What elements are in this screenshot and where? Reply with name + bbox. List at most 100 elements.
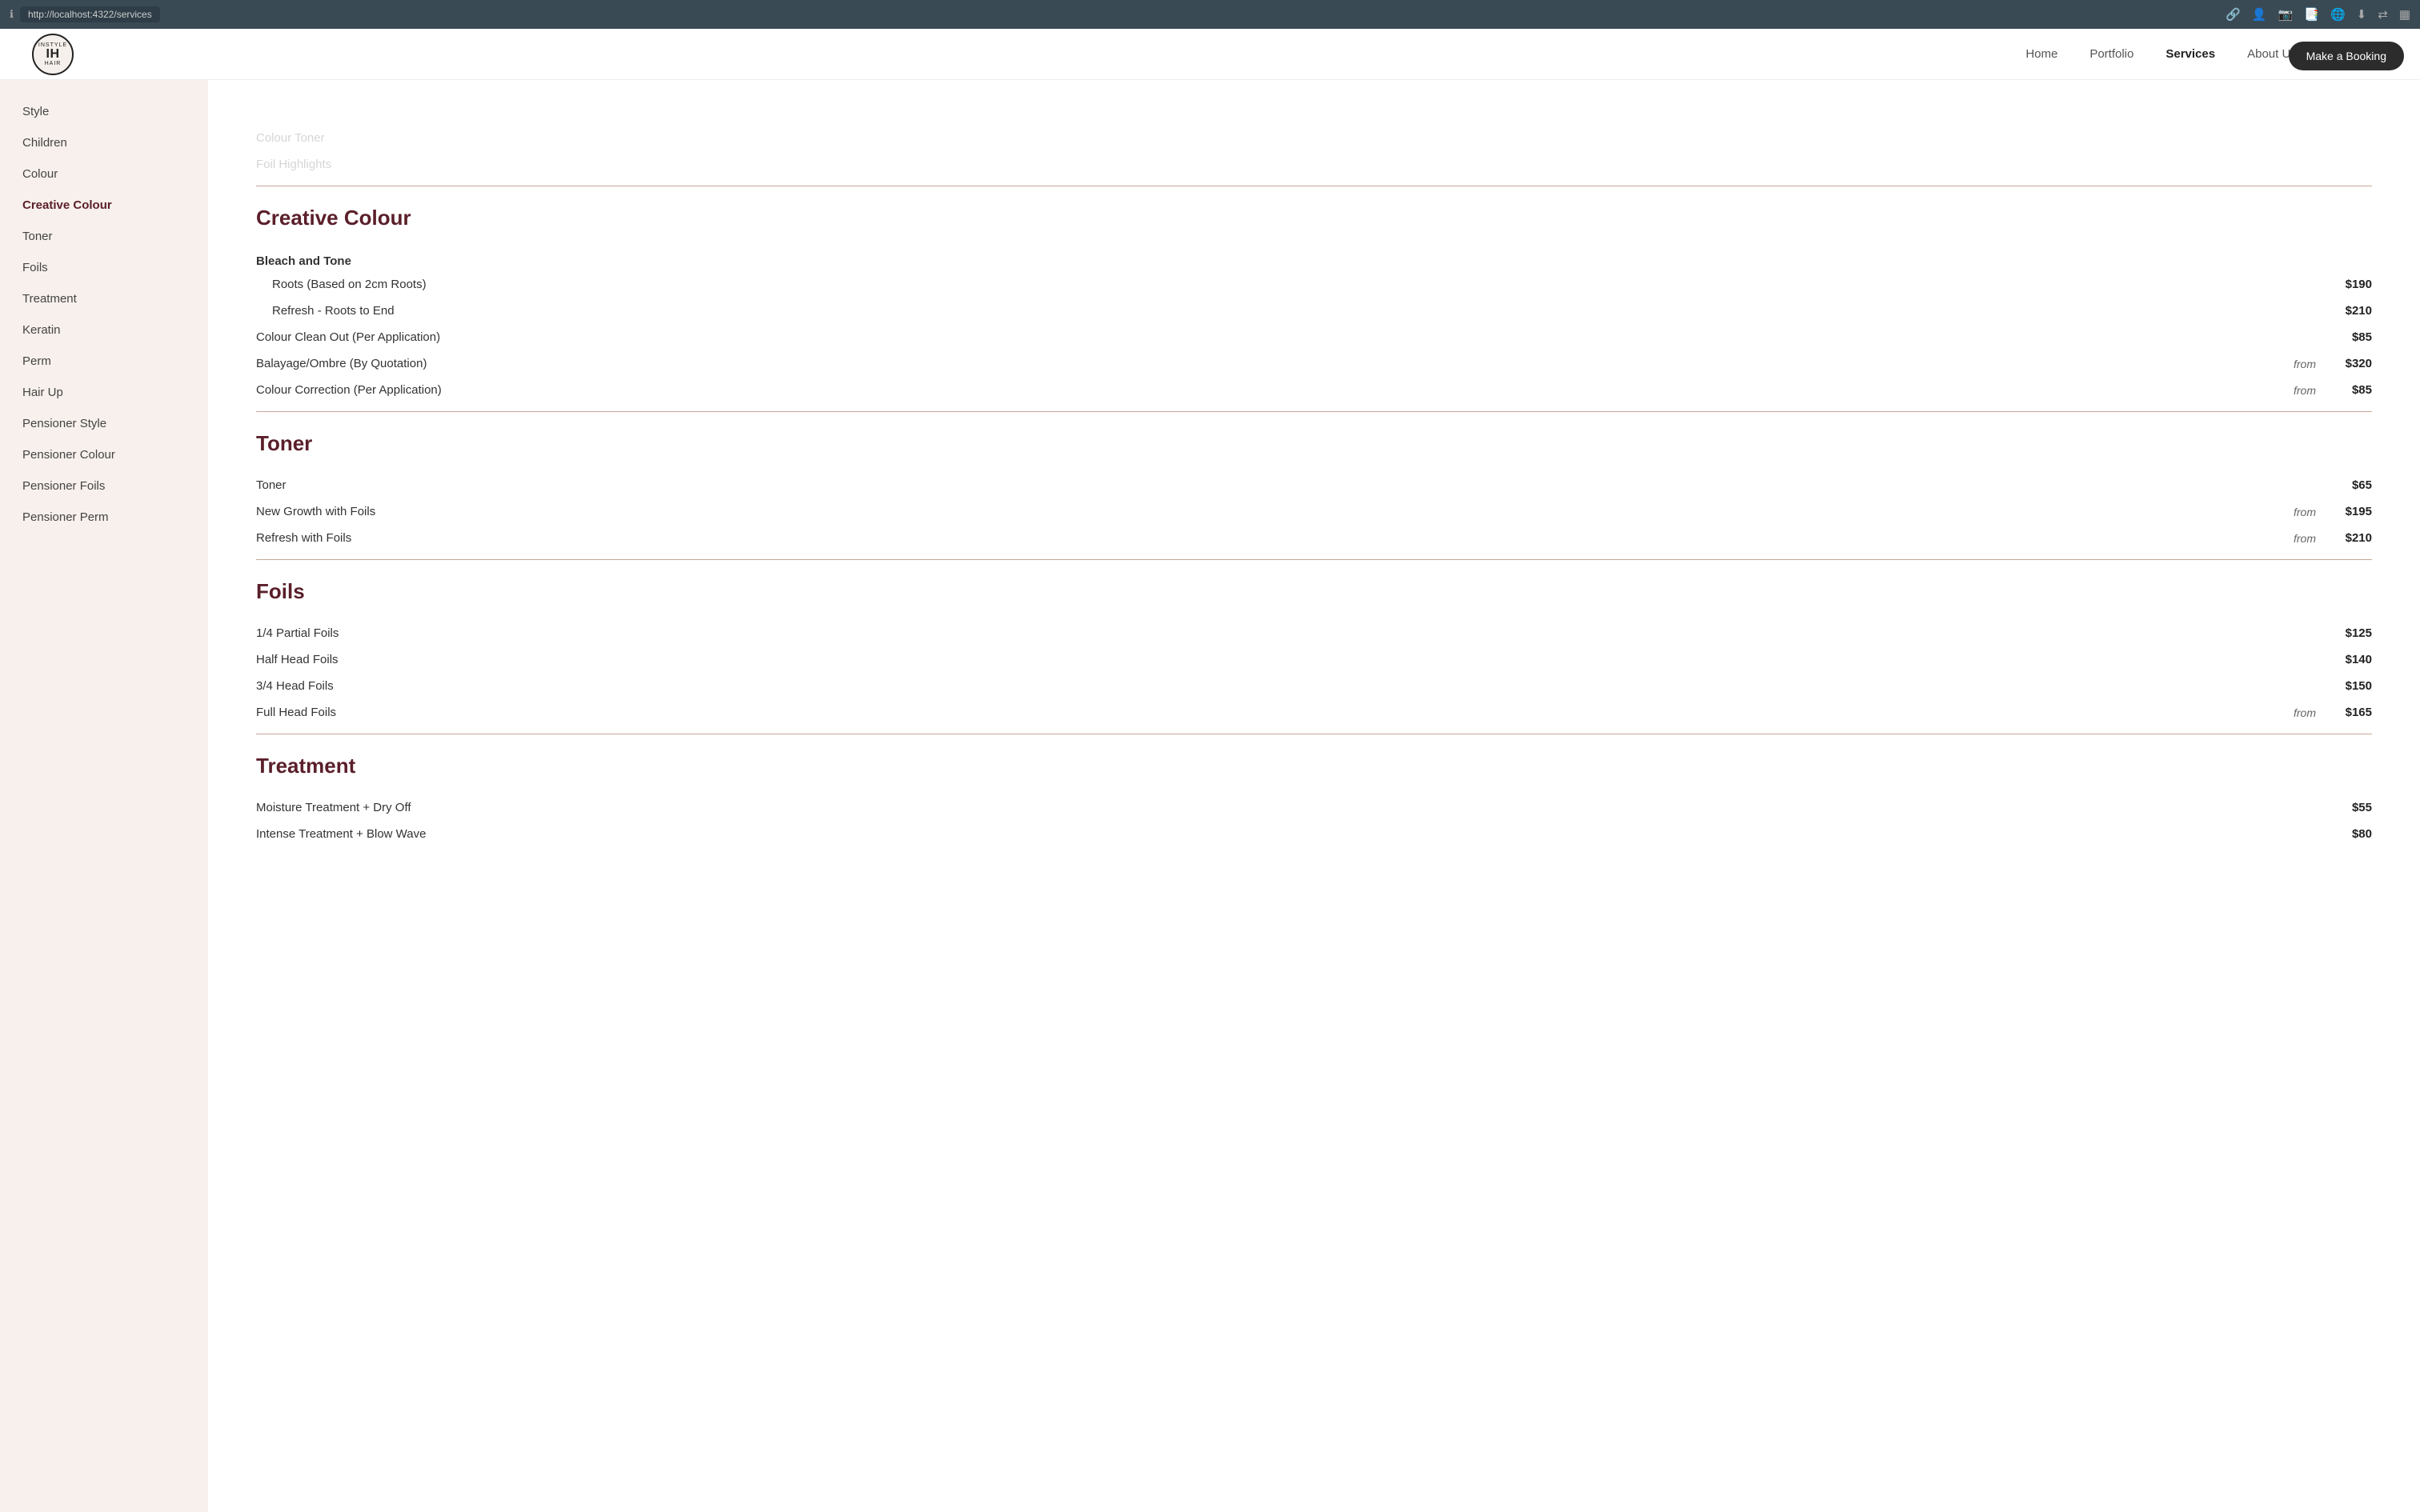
- service-price: $65: [2324, 478, 2372, 492]
- section-divider: [256, 559, 2372, 560]
- service-from-label: from: [2294, 506, 2316, 518]
- service-row-colour-clean-out: Colour Clean Out (Per Application) $85: [256, 324, 2372, 350]
- service-price: $125: [2324, 626, 2372, 640]
- logo-circle: INSTYLE IH HAIR: [32, 34, 74, 75]
- service-name: New Growth with Foils: [256, 505, 2294, 518]
- logo[interactable]: INSTYLE IH HAIR: [32, 34, 74, 75]
- service-price: $85: [2324, 330, 2372, 344]
- service-row-refresh-roots: Refresh - Roots to End $210: [256, 298, 2372, 324]
- profile-icon[interactable]: 👤: [2252, 7, 2267, 22]
- service-row-full-head-foils: Full Head Foils from $165: [256, 699, 2372, 726]
- service-from-label: from: [2294, 532, 2316, 545]
- service-name: Roots (Based on 2cm Roots): [272, 278, 2324, 291]
- sidebar-item-style[interactable]: Style: [0, 96, 208, 127]
- faded-services-top: Colour Toner Foil Highlights: [256, 125, 2372, 186]
- service-price: $165: [2324, 706, 2372, 719]
- service-row-toner: Toner $65: [256, 472, 2372, 498]
- sidebar-item-hair-up[interactable]: Hair Up: [0, 377, 208, 408]
- service-price: $190: [2324, 278, 2372, 291]
- sidebar-item-pensioner-foils[interactable]: Pensioner Foils: [0, 470, 208, 502]
- service-row-intense-treatment: Intense Treatment + Blow Wave $80: [256, 821, 2372, 847]
- sidebar-icon[interactable]: ▦: [2399, 7, 2410, 22]
- sidebar-item-treatment[interactable]: Treatment: [0, 283, 208, 314]
- sidebar: Style Children Colour Creative Colour To…: [0, 80, 208, 1512]
- service-row-colour-correction: Colour Correction (Per Application) from…: [256, 377, 2372, 403]
- service-name: Colour Clean Out (Per Application): [256, 330, 2324, 344]
- body-layout: Style Children Colour Creative Colour To…: [0, 109, 2420, 903]
- nav-portfolio[interactable]: Portfolio: [2089, 47, 2134, 61]
- service-row-half-head-foils: Half Head Foils $140: [256, 646, 2372, 673]
- service-from-label: from: [2294, 358, 2316, 370]
- nav-home[interactable]: Home: [2025, 47, 2057, 61]
- service-price: $210: [2324, 531, 2372, 545]
- faded-row-foil-highlights: Foil Highlights: [256, 151, 2372, 178]
- site-header: INSTYLE IH HAIR Home Portfolio Services …: [0, 29, 2420, 80]
- service-name: Half Head Foils: [256, 653, 2324, 666]
- faded-row-colour-toner: Colour Toner: [256, 125, 2372, 151]
- service-price: $85: [2324, 383, 2372, 397]
- service-name: Refresh - Roots to End: [272, 304, 2324, 318]
- service-name: Refresh with Foils: [256, 531, 2294, 545]
- service-row-balayage: Balayage/Ombre (By Quotation) from $320: [256, 350, 2372, 377]
- sidebar-item-perm[interactable]: Perm: [0, 346, 208, 377]
- logo-text: INSTYLE IH HAIR: [38, 42, 67, 66]
- sidebar-item-children[interactable]: Children: [0, 127, 208, 158]
- service-from-label: from: [2294, 384, 2316, 397]
- info-icon: ℹ: [10, 8, 14, 21]
- service-price: $195: [2324, 505, 2372, 518]
- section-creative-colour: Creative Colour Bleach and Tone Roots (B…: [256, 186, 2372, 403]
- sidebar-item-pensioner-colour[interactable]: Pensioner Colour: [0, 439, 208, 470]
- service-name: Colour Correction (Per Application): [256, 383, 2294, 397]
- sub-group-bleach-tone: Bleach and Tone: [256, 246, 2372, 271]
- section-foils: Foils 1/4 Partial Foils $125 Half Head F…: [256, 559, 2372, 726]
- service-name: Intense Treatment + Blow Wave: [256, 827, 2324, 841]
- nav-services[interactable]: Services: [2166, 47, 2215, 61]
- service-name: Full Head Foils: [256, 706, 2294, 719]
- sidebar-item-creative-colour[interactable]: Creative Colour: [0, 190, 208, 221]
- faded-service-name: Colour Toner: [256, 131, 2324, 145]
- browser-chrome: ℹ http://localhost:4322/services 🔗 👤 📷 📑…: [0, 0, 2420, 29]
- service-price: $150: [2324, 679, 2372, 693]
- service-row-refresh-foils: Refresh with Foils from $210: [256, 525, 2372, 551]
- extensions2-icon[interactable]: ⇄: [2378, 7, 2388, 22]
- sidebar-item-toner[interactable]: Toner: [0, 221, 208, 252]
- browser-url[interactable]: http://localhost:4322/services: [20, 6, 160, 22]
- bookmarks-icon[interactable]: 📑: [2304, 7, 2319, 22]
- service-price: $320: [2324, 357, 2372, 370]
- service-name: 3/4 Head Foils: [256, 679, 2324, 693]
- faded-service-name: Foil Highlights: [256, 158, 2324, 171]
- section-title-treatment: Treatment: [256, 754, 2372, 778]
- service-row-new-growth-foils: New Growth with Foils from $195: [256, 498, 2372, 525]
- main-content: Colour Toner Foil Highlights Creative Co…: [208, 109, 2420, 903]
- sidebar-item-pensioner-style[interactable]: Pensioner Style: [0, 408, 208, 439]
- service-row-three-quarter-foils: 3/4 Head Foils $150: [256, 673, 2372, 699]
- camera-icon[interactable]: 📷: [2278, 7, 2294, 22]
- sidebar-item-colour[interactable]: Colour: [0, 158, 208, 190]
- section-treatment: Treatment Moisture Treatment + Dry Off $…: [256, 734, 2372, 847]
- service-row-quarter-foils: 1/4 Partial Foils $125: [256, 620, 2372, 646]
- service-from-label: from: [2294, 706, 2316, 719]
- globe-icon[interactable]: 🌐: [2330, 7, 2346, 22]
- make-booking-button[interactable]: Make a Booking: [2289, 42, 2404, 70]
- download-icon[interactable]: ⬇: [2357, 7, 2367, 22]
- service-name: Balayage/Ombre (By Quotation): [256, 357, 2294, 370]
- service-name: Moisture Treatment + Dry Off: [256, 801, 2324, 814]
- service-price: $55: [2324, 801, 2372, 814]
- section-title-foils: Foils: [256, 579, 2372, 604]
- service-row-moisture-treatment: Moisture Treatment + Dry Off $55: [256, 794, 2372, 821]
- service-price: $140: [2324, 653, 2372, 666]
- section-title-toner: Toner: [256, 431, 2372, 456]
- service-row-roots: Roots (Based on 2cm Roots) $190: [256, 271, 2372, 298]
- section-toner: Toner Toner $65 New Growth with Foils fr…: [256, 411, 2372, 551]
- service-price: $210: [2324, 304, 2372, 318]
- browser-toolbar: 🔗 👤 📷 📑 🌐 ⬇ ⇄ ▦: [2226, 7, 2410, 22]
- section-title-creative-colour: Creative Colour: [256, 206, 2372, 230]
- section-divider: [256, 411, 2372, 412]
- service-name: 1/4 Partial Foils: [256, 626, 2324, 640]
- service-name: Toner: [256, 478, 2324, 492]
- sidebar-item-keratin[interactable]: Keratin: [0, 314, 208, 346]
- service-price: $80: [2324, 827, 2372, 841]
- sidebar-item-foils[interactable]: Foils: [0, 252, 208, 283]
- extensions-icon[interactable]: 🔗: [2226, 7, 2241, 22]
- sidebar-item-pensioner-perm[interactable]: Pensioner Perm: [0, 502, 208, 533]
